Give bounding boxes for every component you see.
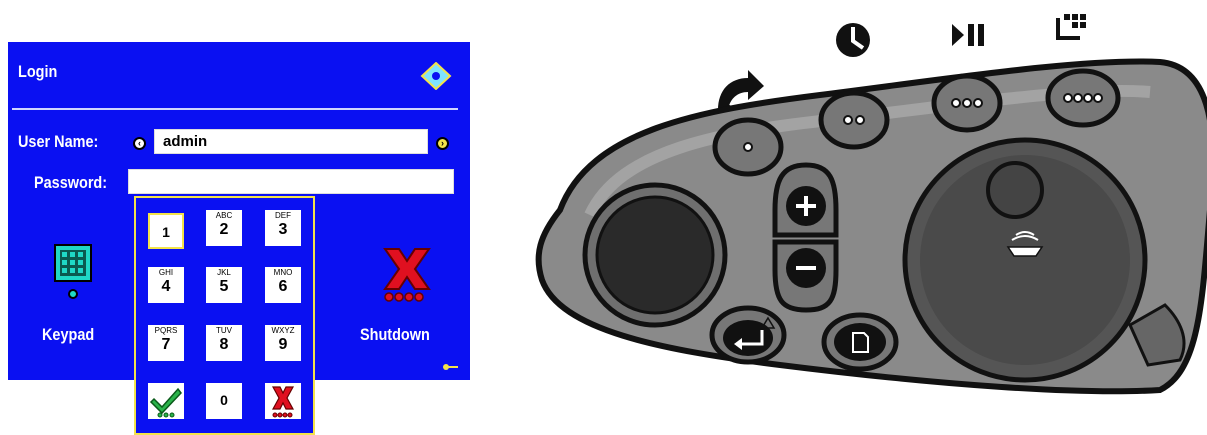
key-9-label: 9 bbox=[278, 336, 288, 353]
key-0[interactable]: 0 bbox=[206, 383, 242, 419]
play-pause-icon bbox=[952, 24, 984, 46]
key-3[interactable]: DEF 3 bbox=[265, 210, 301, 246]
key-9-letters: WXYZ bbox=[271, 326, 295, 335]
key-7-letters: PQRS bbox=[154, 326, 178, 335]
plus-button[interactable] bbox=[772, 162, 839, 238]
key-1[interactable]: 1 bbox=[148, 213, 184, 249]
key-6-label: 6 bbox=[278, 278, 288, 295]
key-icon bbox=[443, 364, 458, 370]
title-divider bbox=[12, 108, 458, 110]
username-value: admin bbox=[163, 133, 208, 150]
cancel-icon bbox=[271, 386, 295, 418]
key-4-letters: GHI bbox=[158, 268, 174, 277]
password-field[interactable] bbox=[128, 169, 454, 194]
checkmark-icon bbox=[149, 387, 182, 418]
key-4[interactable]: GHI 4 bbox=[148, 267, 184, 303]
document-button[interactable] bbox=[821, 312, 899, 372]
keypad-label: Keypad bbox=[42, 325, 95, 344]
button-two-dots[interactable] bbox=[818, 90, 890, 150]
key-5[interactable]: JKL 5 bbox=[206, 267, 242, 303]
keypad-icon[interactable] bbox=[52, 243, 96, 303]
key-8-letters: TUV bbox=[216, 326, 232, 335]
key-5-label: 5 bbox=[219, 278, 229, 295]
key-6-letters: MNO bbox=[273, 268, 293, 277]
shutdown-label: Shutdown bbox=[360, 325, 430, 344]
minus-button[interactable] bbox=[772, 239, 839, 313]
key-3-letters: DEF bbox=[275, 211, 291, 220]
button-four-dots[interactable] bbox=[1045, 68, 1121, 128]
joystick[interactable] bbox=[582, 182, 728, 328]
key-1-label: 1 bbox=[162, 224, 170, 240]
password-label: Password: bbox=[34, 173, 108, 192]
key-0-label: 0 bbox=[220, 392, 228, 408]
key-8[interactable]: TUV 8 bbox=[206, 325, 242, 361]
key-6[interactable]: MNO 6 bbox=[265, 267, 301, 303]
shutdown-icon[interactable] bbox=[377, 245, 437, 305]
key-ok[interactable] bbox=[148, 383, 184, 419]
grid-stack-icon bbox=[1056, 14, 1086, 40]
button-three-dots[interactable] bbox=[931, 73, 1003, 133]
key-3-label: 3 bbox=[278, 221, 288, 238]
key-8-label: 8 bbox=[219, 336, 229, 353]
prev-arrow-icon[interactable]: ‹ bbox=[133, 137, 146, 150]
key-2-label: 2 bbox=[219, 221, 229, 238]
button-one-dot[interactable] bbox=[712, 117, 784, 177]
key-9[interactable]: WXYZ 9 bbox=[265, 325, 301, 361]
enter-button[interactable] bbox=[709, 305, 787, 365]
clock-icon bbox=[836, 23, 870, 57]
username-field[interactable]: admin bbox=[154, 129, 428, 154]
login-title: Login bbox=[18, 62, 58, 81]
key-7[interactable]: PQRS 7 bbox=[148, 325, 184, 361]
key-2-letters: ABC bbox=[215, 211, 233, 220]
diamond-icon bbox=[420, 62, 452, 90]
remote-device bbox=[535, 14, 1207, 395]
key-5-letters: JKL bbox=[217, 268, 231, 277]
next-arrow-icon[interactable]: › bbox=[436, 137, 449, 150]
key-7-label: 7 bbox=[161, 336, 171, 353]
username-label: User Name: bbox=[18, 132, 99, 151]
key-4-label: 4 bbox=[161, 278, 171, 295]
key-cancel[interactable] bbox=[265, 383, 301, 419]
key-2[interactable]: ABC 2 bbox=[206, 210, 242, 246]
